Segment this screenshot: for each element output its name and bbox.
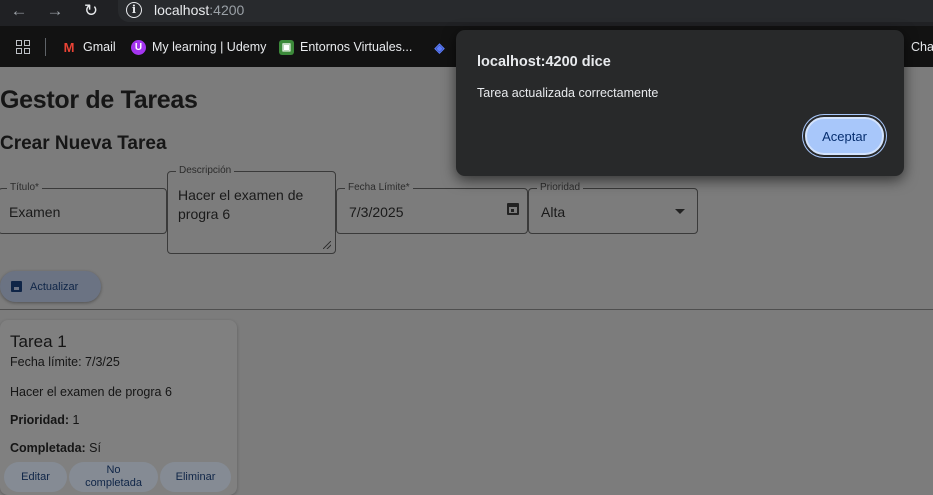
fecha-field[interactable]: Fecha Límite* 7/3/2025 bbox=[336, 182, 528, 234]
edit-button[interactable]: Editar bbox=[4, 462, 67, 492]
calendar-icon[interactable] bbox=[507, 203, 519, 215]
accept-button[interactable]: Aceptar bbox=[805, 117, 884, 155]
bookmark-logo-icon: ◈ bbox=[434, 39, 445, 55]
alert-dialog: localhost:4200 dice Tarea actualizada co… bbox=[456, 30, 904, 176]
gmail-icon: M bbox=[63, 39, 75, 55]
fecha-label: Fecha Límite* bbox=[345, 182, 413, 194]
descripcion-field[interactable]: Descripción Hacer el examen de progra 6 bbox=[167, 165, 336, 254]
prioridad-label: Prioridad bbox=[537, 182, 584, 194]
titulo-field[interactable]: Título* Examen bbox=[0, 182, 167, 234]
bookmark-entornos[interactable]: ▣ Entornos Virtuales... bbox=[279, 38, 412, 56]
titulo-input[interactable]: Examen bbox=[9, 204, 60, 220]
back-arrow-icon[interactable]: ← bbox=[8, 0, 30, 22]
bookmark-label: Gmail bbox=[83, 40, 116, 54]
titulo-label: Título* bbox=[7, 182, 42, 194]
forward-arrow-icon[interactable]: → bbox=[44, 0, 66, 22]
bookmark-label: My learning | Udemy bbox=[152, 40, 267, 54]
update-button[interactable]: Actualizar bbox=[0, 271, 101, 302]
toggle-completed-button[interactable]: No completada bbox=[69, 462, 158, 492]
task-due-date: Fecha límite: 7/3/25 bbox=[10, 355, 120, 369]
bookmark-chat[interactable]: Cha bbox=[911, 38, 933, 56]
descripcion-label: Descripción bbox=[176, 165, 235, 177]
save-icon bbox=[11, 281, 22, 292]
delete-button[interactable]: Eliminar bbox=[160, 462, 231, 492]
dialog-message: Tarea actualizada correctamente bbox=[477, 86, 659, 100]
prioridad-select[interactable]: Alta bbox=[541, 204, 565, 220]
dropdown-arrow-icon[interactable] bbox=[675, 209, 685, 214]
course-icon: ▣ bbox=[279, 39, 294, 55]
site-info-icon[interactable]: i bbox=[126, 2, 142, 18]
bookmark-udemy[interactable]: U My learning | Udemy bbox=[131, 38, 266, 56]
form-title: Crear Nueva Tarea bbox=[0, 133, 167, 154]
prioridad-field[interactable]: Prioridad Alta bbox=[528, 182, 698, 234]
fecha-input[interactable]: 7/3/2025 bbox=[349, 204, 404, 220]
task-title: Tarea 1 bbox=[10, 332, 67, 351]
bookmark-label: Entornos Virtuales... bbox=[300, 40, 413, 54]
url-text: localhost:4200 bbox=[154, 2, 245, 18]
resize-handle-icon[interactable] bbox=[323, 241, 331, 249]
descripcion-textarea[interactable]: Hacer el examen de progra 6 bbox=[178, 186, 308, 224]
bookmark-gmail[interactable]: M Gmail bbox=[61, 38, 116, 56]
task-completed: Completada: Sí bbox=[10, 441, 101, 455]
bookmarks-divider bbox=[45, 38, 46, 56]
page-title: Gestor de Tareas bbox=[0, 86, 198, 114]
task-description: Hacer el examen de progra 6 bbox=[10, 385, 172, 399]
address-bar[interactable]: i localhost:4200 bbox=[118, 0, 933, 22]
udemy-icon: U bbox=[131, 39, 146, 55]
apps-grid-icon[interactable] bbox=[16, 40, 30, 54]
dialog-title: localhost:4200 dice bbox=[477, 54, 611, 70]
update-button-label: Actualizar bbox=[30, 280, 79, 293]
task-priority: Prioridad: 1 bbox=[10, 413, 80, 427]
browser-toolbar: ← → ↻ i localhost:4200 bbox=[0, 0, 933, 26]
bookmark-label: Cha bbox=[911, 40, 933, 54]
bookmark-extra[interactable]: ◈ bbox=[432, 38, 453, 56]
section-divider bbox=[0, 309, 933, 310]
task-card: Tarea 1 Fecha límite: 7/3/25 Hacer el ex… bbox=[0, 320, 237, 495]
reload-icon[interactable]: ↻ bbox=[80, 0, 102, 22]
